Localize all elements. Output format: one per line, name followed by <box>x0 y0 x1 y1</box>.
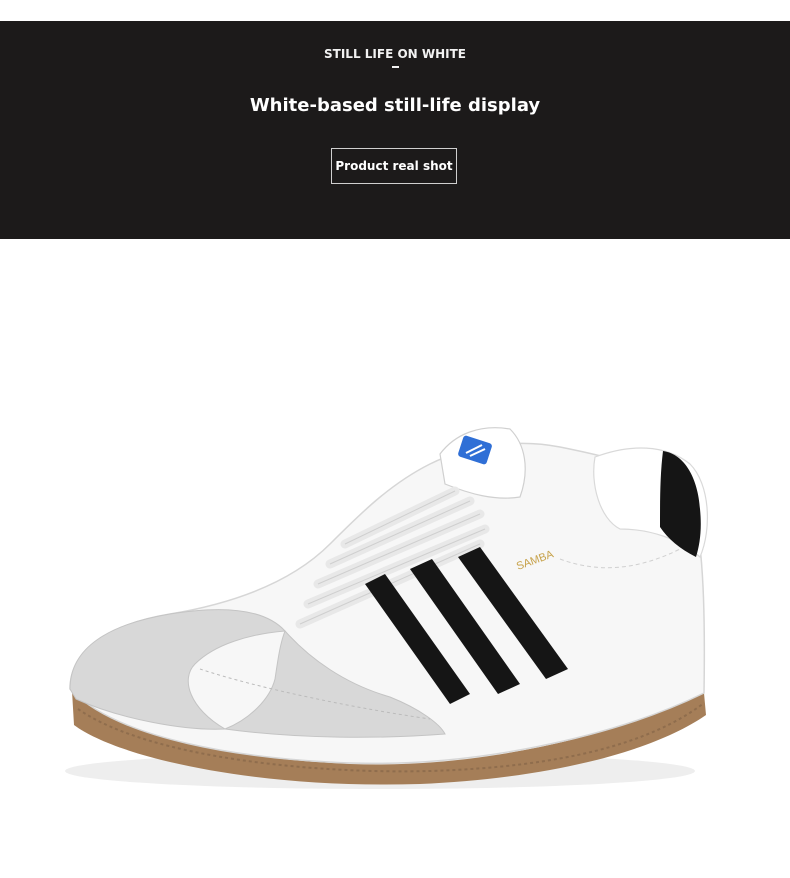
banner-kicker: STILL LIFE ON WHITE <box>324 47 466 61</box>
product-real-shot-tag: Product real shot <box>331 148 457 184</box>
kicker-divider <box>392 66 399 68</box>
banner-headline: White-based still-life display <box>249 95 541 116</box>
sneaker-product-image: SAMBA <box>65 427 708 789</box>
